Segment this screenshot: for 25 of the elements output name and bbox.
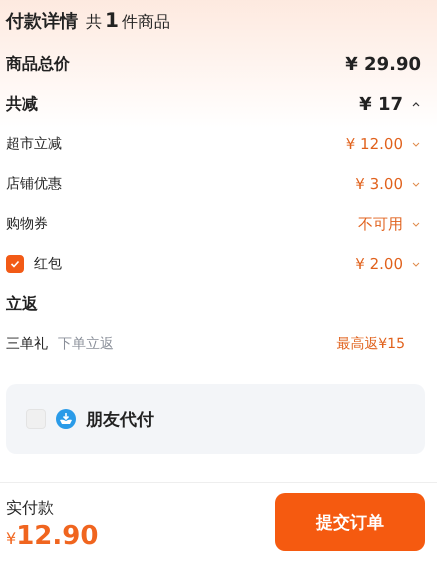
discount-item-value: ¥ 3.00 <box>355 175 403 193</box>
rebate-hint: 下单立返 <box>58 335 114 353</box>
total-label: 商品总价 <box>6 54 70 74</box>
discount-item-label: 店铺优惠 <box>6 175 62 193</box>
friend-pay-label: 朋友代付 <box>86 408 154 430</box>
total-price: ¥ 29.90 <box>345 54 421 74</box>
discount-label: 共减 <box>6 94 38 114</box>
discount-item-label: 购物券 <box>6 215 48 233</box>
submit-order-button[interactable]: 提交订单 <box>275 493 425 551</box>
discount-item-label: 红包 <box>34 255 62 273</box>
discount-item-label: 超市立减 <box>6 135 62 153</box>
rebate-title: 立返 <box>6 294 38 314</box>
checkbox[interactable] <box>6 255 24 273</box>
discount-item-value: ¥ 12.00 <box>346 135 403 153</box>
rebate-label: 三单礼 <box>6 335 48 353</box>
pay-label: 实付款 <box>6 498 55 519</box>
pay-amount: ¥12.90 <box>6 521 98 551</box>
rebate-value: 最高返¥15 <box>336 335 405 353</box>
item-count: 共 1 件商品 <box>86 8 170 33</box>
page-title: 付款详情 <box>6 10 78 33</box>
discount-item-value: ¥ 2.00 <box>355 255 403 273</box>
discount-amount: ¥ 17 <box>359 94 403 114</box>
check-icon <box>9 258 21 270</box>
hand-icon <box>56 409 76 429</box>
discount-item-value: 不可用 <box>358 214 403 234</box>
